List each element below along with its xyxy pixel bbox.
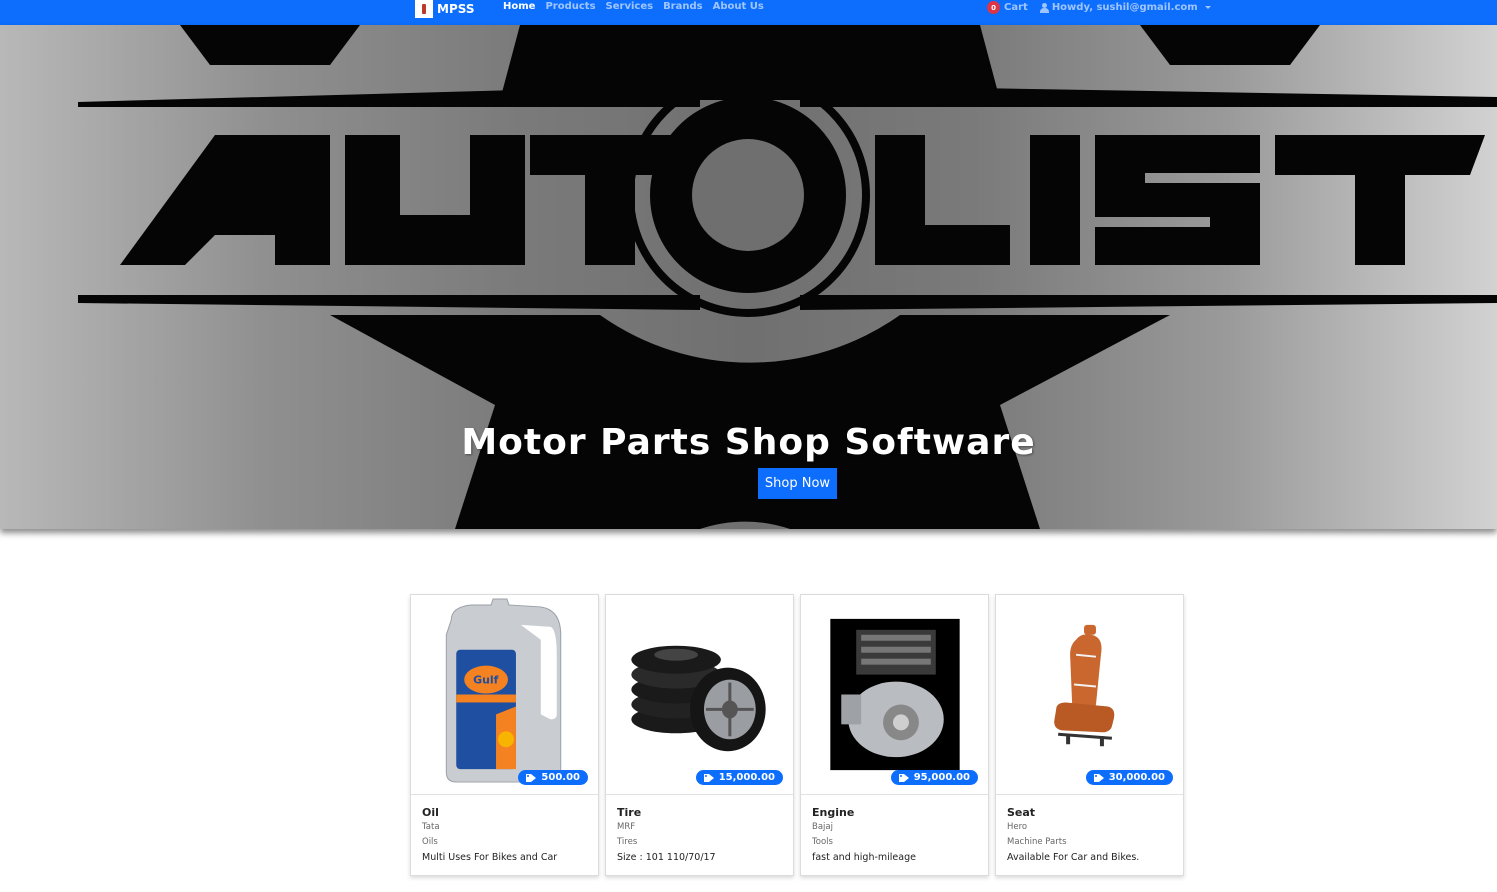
- shop-now-button[interactable]: Shop Now: [758, 468, 837, 499]
- card-body: Oil Tata Oils Multi Uses For Bikes and C…: [422, 805, 590, 865]
- product-description: Size : 101 110/70/17: [617, 852, 716, 863]
- price-badge: 500.00: [518, 770, 588, 785]
- product-card-engine[interactable]: 95,000.00 Engine Bajaj Tools fast and hi…: [800, 594, 989, 876]
- svg-text:Gulf: Gulf: [473, 674, 499, 687]
- tag-icon: [1093, 773, 1104, 782]
- product-category: Machine Parts: [1007, 837, 1067, 847]
- card-body: Tire MRF Tires Size : 101 110/70/17: [617, 805, 785, 865]
- user-dropdown[interactable]: Howdy, sushil@gmail.com: [1039, 2, 1211, 13]
- tag-icon: [526, 773, 537, 782]
- tag-icon: [703, 773, 714, 782]
- product-brand: MRF: [617, 822, 636, 832]
- product-card-oil[interactable]: Gulf 500.00 Oil Tata Oils Multi Uses For…: [410, 594, 599, 876]
- product-name: Oil: [422, 806, 439, 819]
- product-category: Tools: [812, 837, 833, 847]
- nav-link-about[interactable]: About Us: [713, 1, 764, 12]
- product-brand: Tata: [422, 822, 440, 832]
- tag-icon: [898, 773, 909, 782]
- product-category: Tires: [617, 837, 638, 847]
- navbar: MPSS Home Products Services Brands About…: [0, 0, 1497, 25]
- product-description: Available For Car and Bikes.: [1007, 852, 1140, 863]
- product-name: Tire: [617, 806, 642, 819]
- brand-logo-icon: [415, 0, 433, 18]
- product-description: fast and high-mileage: [812, 852, 916, 863]
- price-value: 15,000.00: [718, 772, 775, 783]
- product-grid: Gulf 500.00 Oil Tata Oils Multi Uses For…: [410, 594, 1184, 876]
- brand[interactable]: MPSS: [415, 0, 474, 18]
- nav-link-brands[interactable]: Brands: [663, 1, 703, 12]
- caret-down-icon: [1204, 6, 1211, 9]
- price-badge: 30,000.00: [1085, 770, 1173, 785]
- product-name: Engine: [812, 806, 855, 819]
- price-badge: 95,000.00: [890, 770, 978, 785]
- tire-stack-icon: [606, 645, 793, 795]
- car-seat-icon: [996, 624, 1183, 795]
- card-body: Seat Hero Machine Parts Available For Ca…: [1007, 805, 1175, 865]
- nav-right: 0 Cart Howdy, sushil@gmail.com: [987, 1, 1211, 14]
- cart-link[interactable]: Cart: [1004, 2, 1028, 13]
- price-value: 500.00: [541, 772, 580, 783]
- nav-links: Home Products Services Brands About Us: [503, 1, 764, 12]
- user-icon: [1039, 2, 1049, 13]
- oil-bottle-icon: Gulf: [411, 598, 598, 795]
- nav-link-home[interactable]: Home: [503, 1, 535, 12]
- hero-title: Motor Parts Shop Software: [461, 422, 1036, 463]
- nav-link-products[interactable]: Products: [545, 1, 595, 12]
- product-brand: Bajaj: [812, 822, 833, 832]
- card-body: Engine Bajaj Tools fast and high-mileage: [812, 805, 980, 865]
- product-name: Seat: [1007, 806, 1036, 819]
- brand-name: MPSS: [437, 2, 475, 16]
- user-greeting: Howdy, sushil@gmail.com: [1051, 2, 1198, 13]
- price-value: 30,000.00: [1108, 772, 1165, 783]
- engine-icon: [801, 618, 988, 795]
- price-value: 95,000.00: [913, 772, 970, 783]
- price-badge: 15,000.00: [695, 770, 783, 785]
- product-card-seat[interactable]: 30,000.00 Seat Hero Machine Parts Availa…: [995, 594, 1184, 876]
- product-brand: Hero: [1007, 822, 1028, 832]
- cart-count-badge: 0: [987, 1, 1000, 14]
- product-card-tire[interactable]: 15,000.00 Tire MRF Tires Size : 101 110/…: [605, 594, 794, 876]
- nav-link-services[interactable]: Services: [606, 1, 654, 12]
- product-category: Oils: [422, 837, 438, 847]
- hero-banner: Motor Parts Shop Software Shop Now: [0, 25, 1497, 529]
- product-description: Multi Uses For Bikes and Car: [422, 852, 558, 863]
